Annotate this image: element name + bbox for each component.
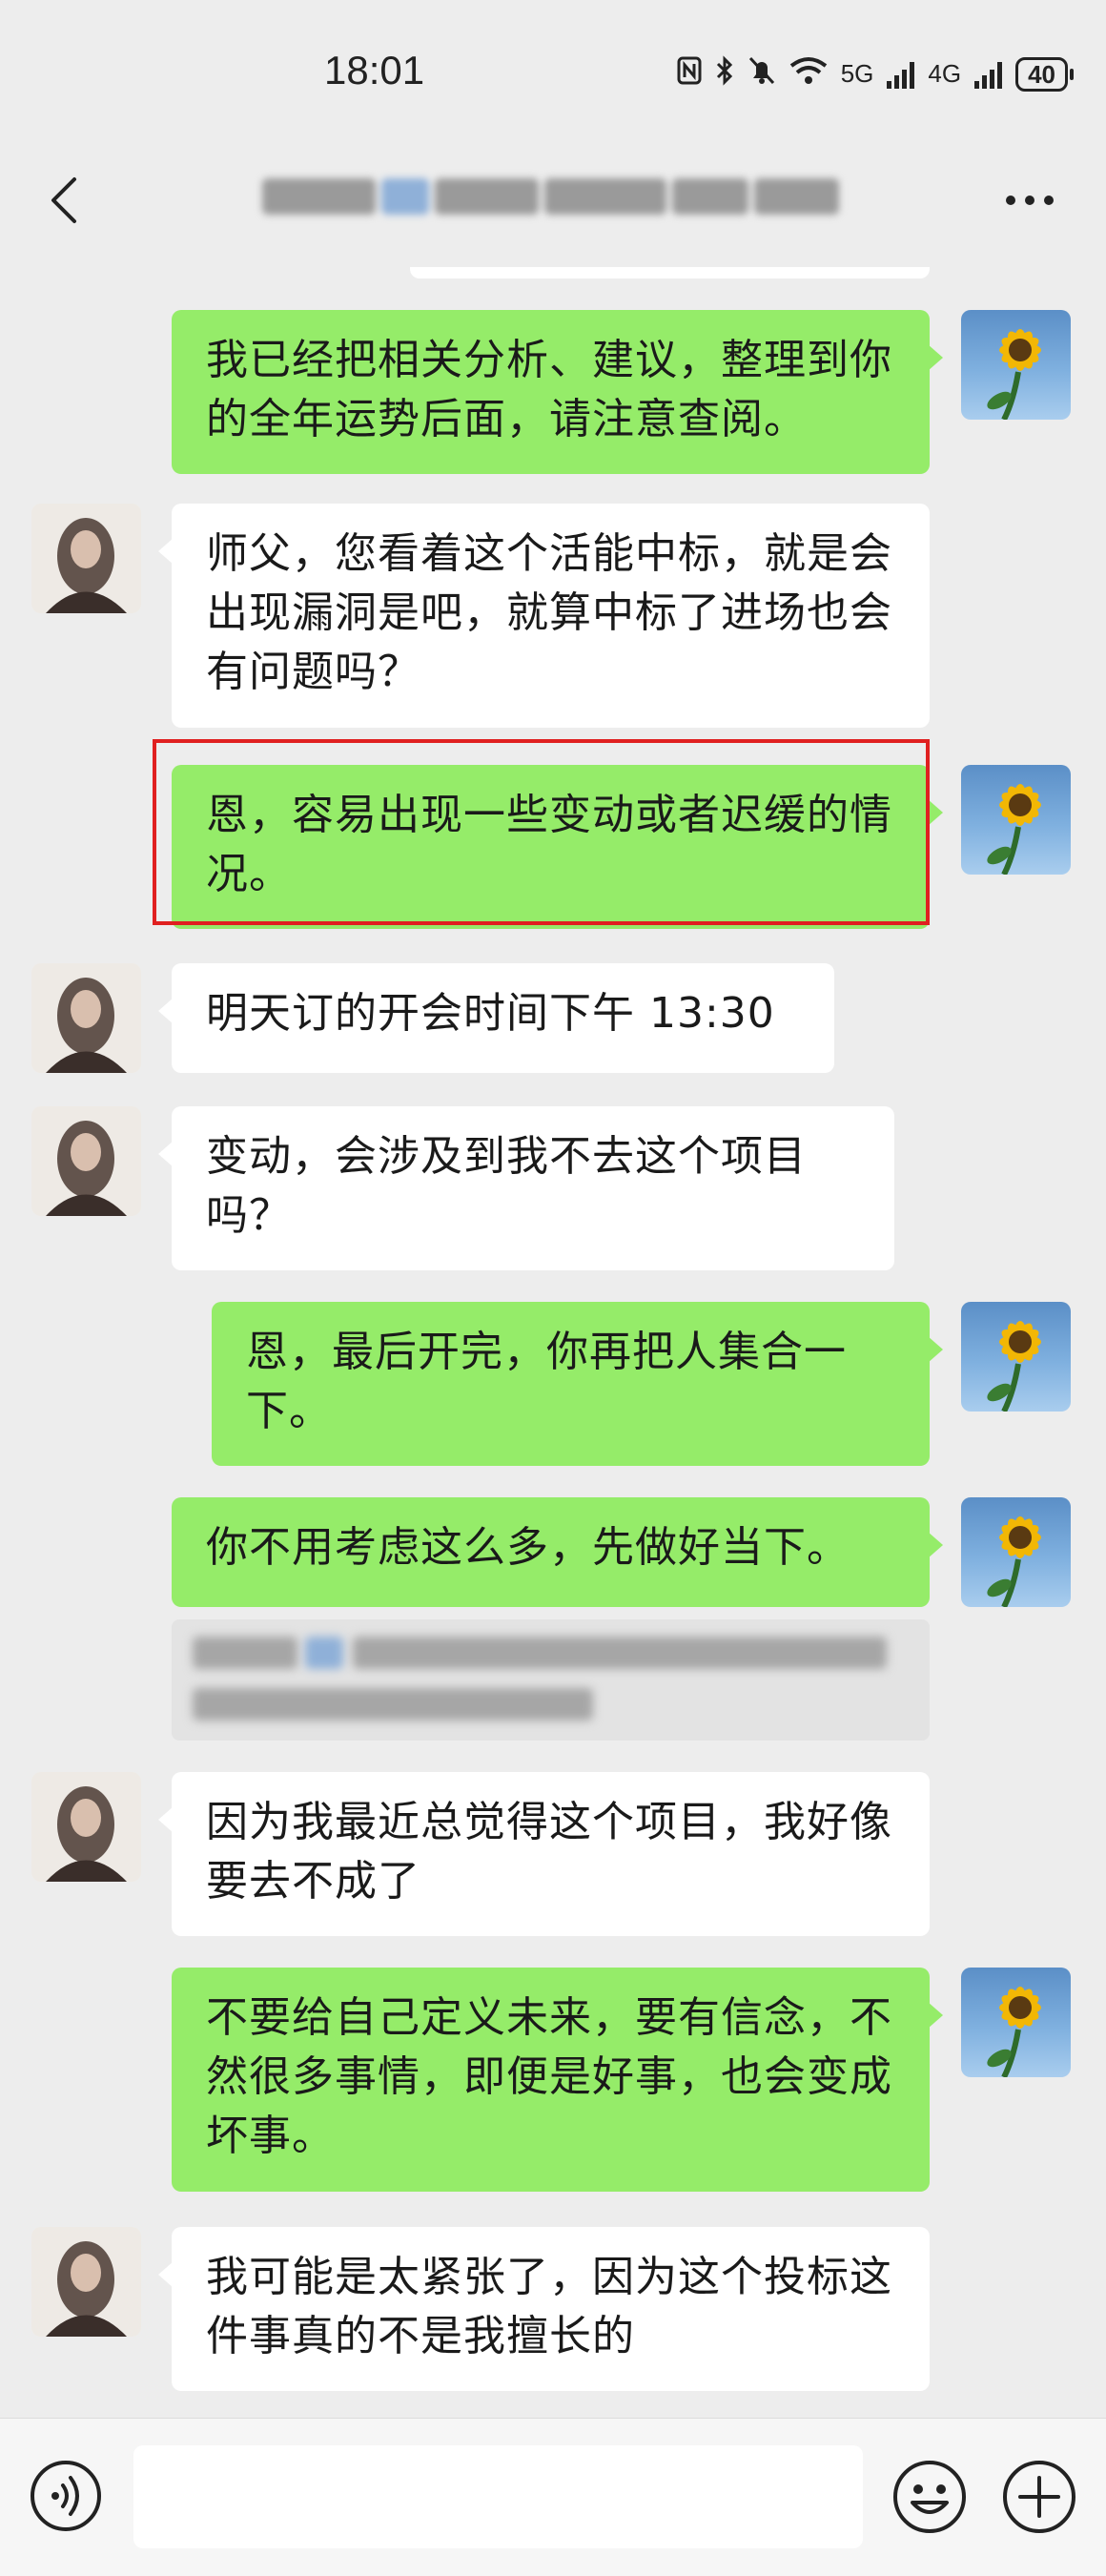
input-bar	[0, 2418, 1106, 2576]
message-bubble-incoming[interactable]: 明天订的开会时间下午 13:30	[158, 963, 834, 1073]
bluetooth-icon	[715, 55, 734, 93]
sunflower-avatar-icon[interactable]	[961, 1302, 1071, 1412]
status-icons: 5G 4G 40	[677, 55, 1074, 93]
signal-5g-icon	[887, 60, 915, 89]
message-input[interactable]	[133, 2445, 863, 2548]
message-bubble-incoming[interactable]: 我可能是太紧张了，因为这个投标这件事真的不是我擅长的	[158, 2227, 930, 2391]
back-button[interactable]	[38, 172, 95, 229]
contact-avatar-icon[interactable]	[31, 1772, 141, 1882]
nfc-icon	[677, 56, 702, 92]
chevron-left-icon	[51, 177, 76, 223]
message-bubble-incoming[interactable]: 因为我最近总觉得这个项目，我好像要去不成了	[158, 1772, 930, 1936]
voice-button[interactable]	[29, 2459, 103, 2533]
wifi-icon	[789, 56, 828, 92]
highlight-annotation-box	[153, 739, 930, 925]
plus-icon	[1003, 2461, 1075, 2533]
status-time: 18:01	[324, 48, 425, 93]
voice-icon	[31, 2461, 101, 2531]
message-bubble-outgoing[interactable]: 恩，最后开完，你再把人集合一下。	[212, 1302, 943, 1466]
sunflower-avatar-icon[interactable]	[961, 1497, 1071, 1607]
contact-avatar-icon[interactable]	[31, 504, 141, 613]
mute-bell-icon	[748, 55, 776, 93]
network-4g-label: 4G	[928, 59, 962, 88]
network-5g-label: 5G	[840, 59, 874, 88]
battery-indicator: 40	[1015, 56, 1074, 92]
chat-title-blurred	[262, 172, 839, 221]
contact-avatar-icon[interactable]	[31, 2227, 141, 2337]
message-bubble-incoming[interactable]: 师父，您看着这个活能中标，就是会出现漏洞是吧，就算中标了进场也会有问题吗？	[158, 504, 930, 728]
message-bubble-incoming[interactable]: 变动，会涉及到我不去这个项目吗？	[158, 1106, 894, 1270]
sunflower-avatar-icon[interactable]	[961, 1968, 1071, 2077]
message-bubble-outgoing[interactable]: 你不用考虑这么多，先做好当下。	[172, 1497, 943, 1607]
message-list[interactable]: 我已经把相关分析、建议，整理到你的全年运势后面，请注意查阅。 师父，您看着这个活…	[0, 267, 1106, 2418]
status-bar: 18:01 5G 4G 40	[0, 0, 1106, 143]
contact-avatar-icon[interactable]	[31, 1106, 141, 1216]
sunflower-avatar-icon[interactable]	[961, 765, 1071, 875]
previous-message-edge	[410, 267, 930, 278]
signal-4g-icon	[974, 60, 1003, 89]
more-horizontal-icon	[1006, 196, 1054, 205]
more-button[interactable]	[1001, 191, 1058, 210]
sunflower-avatar-icon[interactable]	[961, 310, 1071, 420]
contact-avatar-icon[interactable]	[31, 963, 141, 1073]
emoji-icon	[893, 2461, 966, 2533]
emoji-button[interactable]	[891, 2459, 968, 2535]
quoted-message-blurred[interactable]	[172, 1619, 930, 1741]
message-bubble-outgoing[interactable]: 我已经把相关分析、建议，整理到你的全年运势后面，请注意查阅。	[172, 310, 943, 474]
message-bubble-outgoing[interactable]: 不要给自己定义未来，要有信念，不然很多事情，即便是好事，也会变成坏事。	[172, 1968, 943, 2192]
plus-button[interactable]	[1001, 2459, 1077, 2535]
